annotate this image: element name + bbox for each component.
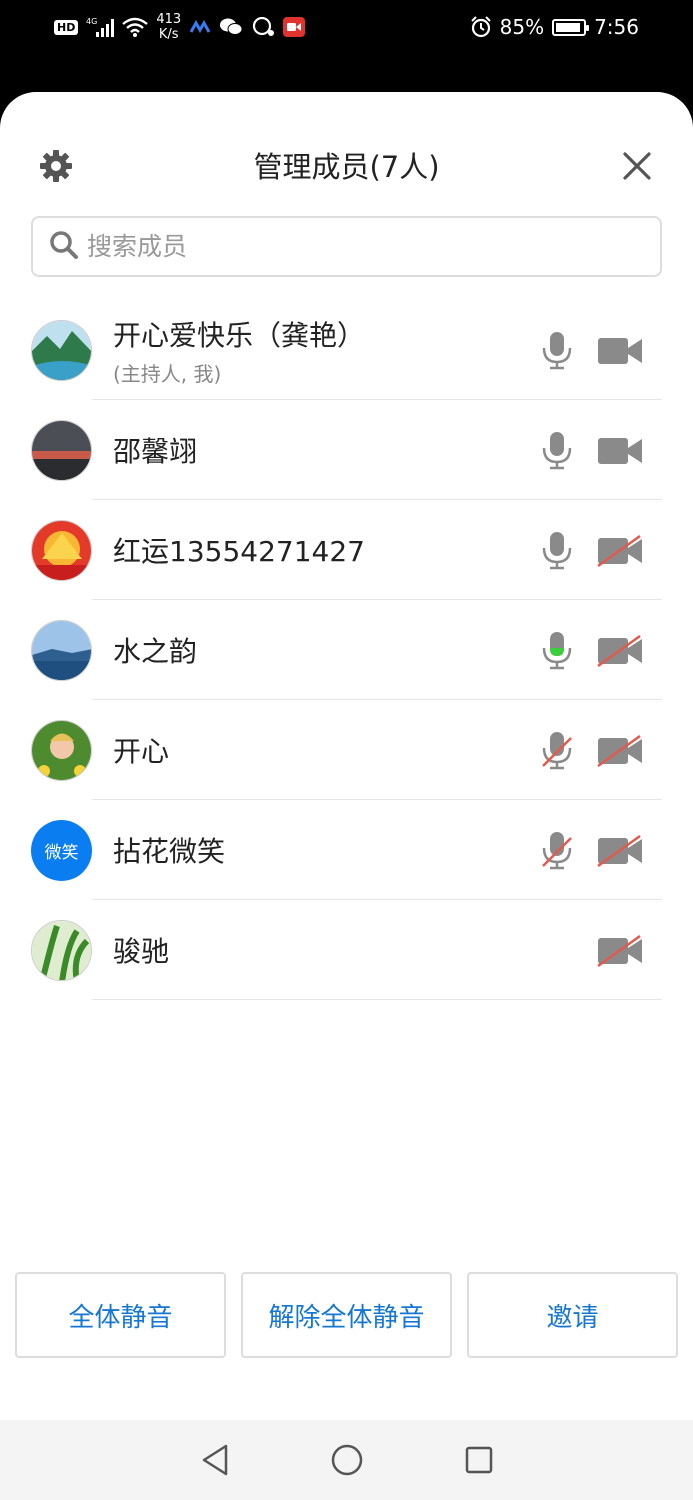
member-row[interactable]: 骏驰 [0,900,693,1000]
hd-badge: HD [54,19,79,35]
avatar [31,520,92,581]
chat-bubble-icon [251,17,275,37]
status-left: HD 4G 413 K/s [54,10,306,44]
battery-percent: 85% [499,15,545,39]
microphone-icon[interactable] [540,630,574,670]
microphone-icon[interactable] [540,430,574,470]
avatar: 微笑 [31,820,92,881]
camera-off-icon[interactable] [596,934,646,968]
microphone-icon[interactable] [540,330,574,370]
member-list: 开心爱快乐（龚艳） (主持人, 我) 邵馨翊红运13554271427 水之韵开心微笑… [0,300,693,1000]
member-info: 骏驰 [113,900,169,1000]
invite-button[interactable]: 邀请 [467,1272,678,1358]
member-row[interactable]: 开心 [0,700,693,800]
avatar [31,320,92,381]
member-name: 开心爱快乐（龚艳） [113,318,366,352]
page-title: 管理成员(7人) [253,150,440,184]
member-name: 拈花微笑 [113,835,226,868]
camera-off-icon[interactable] [596,734,646,768]
member-row[interactable]: 开心爱快乐（龚艳） (主持人, 我) [0,300,693,400]
avatar [31,720,92,781]
wechat-icon [219,17,243,37]
member-info: 邵馨翊 [113,400,197,500]
member-name: 邵馨翊 [113,435,198,468]
speed-unit: K/s [158,27,179,42]
battery-icon [552,18,590,36]
clock: 7:56 [594,15,639,39]
microphone-icon[interactable] [540,530,574,570]
camera-off-icon[interactable] [596,634,646,668]
avatar [31,620,92,681]
member-name: 红运13554271427 [113,535,365,568]
member-name: 开心 [113,735,170,768]
recents-icon[interactable] [464,1445,494,1475]
search-icon [49,230,79,264]
mute-all-button[interactable]: 全体静音 [15,1272,226,1358]
speed-value: 413 [156,12,182,27]
member-row[interactable]: 水之韵 [0,600,693,700]
mic-muted-icon[interactable] [540,730,574,770]
network-speed: 413 K/s [156,12,181,42]
status-right: 85% 7:56 [470,10,639,44]
camera-off-icon[interactable] [596,534,646,568]
member-info: 开心爱快乐（龚艳） (主持人, 我) [113,300,365,400]
avatar [31,420,92,481]
signal-icon: 4G [86,16,115,38]
avatar-text: 微笑 [44,843,79,863]
member-row[interactable]: 红运13554271427 [0,500,693,600]
member-info: 开心 [113,700,169,800]
member-info: 红运13554271427 [113,500,365,600]
member-name: 骏驰 [113,935,170,968]
meeting-recording-icon [283,17,306,37]
wifi-icon [122,17,149,37]
net-type: 4G [86,17,97,26]
member-row[interactable]: 邵馨翊 [0,400,693,500]
member-info: 水之韵 [113,600,197,700]
app-notification-icon [189,20,211,34]
avatar [31,920,92,981]
close-icon[interactable] [621,150,653,182]
camera-icon[interactable] [596,334,646,368]
home-icon[interactable] [330,1443,364,1477]
camera-icon[interactable] [596,434,646,468]
member-name: 水之韵 [113,635,198,668]
row-divider [92,999,662,1000]
action-buttons: 全体静音 解除全体静音 邀请 [15,1272,678,1358]
member-row[interactable]: 微笑 拈花微笑 [0,800,693,900]
member-role: (主持人, 我) [113,361,222,386]
search-box[interactable] [31,216,662,277]
status-bar: HD 4G 413 K/s 85% 7:56 [0,0,693,92]
system-nav-bar [0,1420,693,1500]
unmute-all-button[interactable]: 解除全体静音 [241,1272,452,1358]
search-input[interactable] [87,232,627,261]
back-icon[interactable] [200,1443,230,1477]
manage-members-sheet: 管理成员(7人) 开心爱快乐（龚艳） (主持人, 我) 邵馨翊红运135542714… [0,92,693,1420]
alarm-icon [470,16,492,38]
member-info: 拈花微笑 [113,800,225,900]
camera-off-icon[interactable] [596,834,646,868]
mic-muted-icon[interactable] [540,830,574,870]
